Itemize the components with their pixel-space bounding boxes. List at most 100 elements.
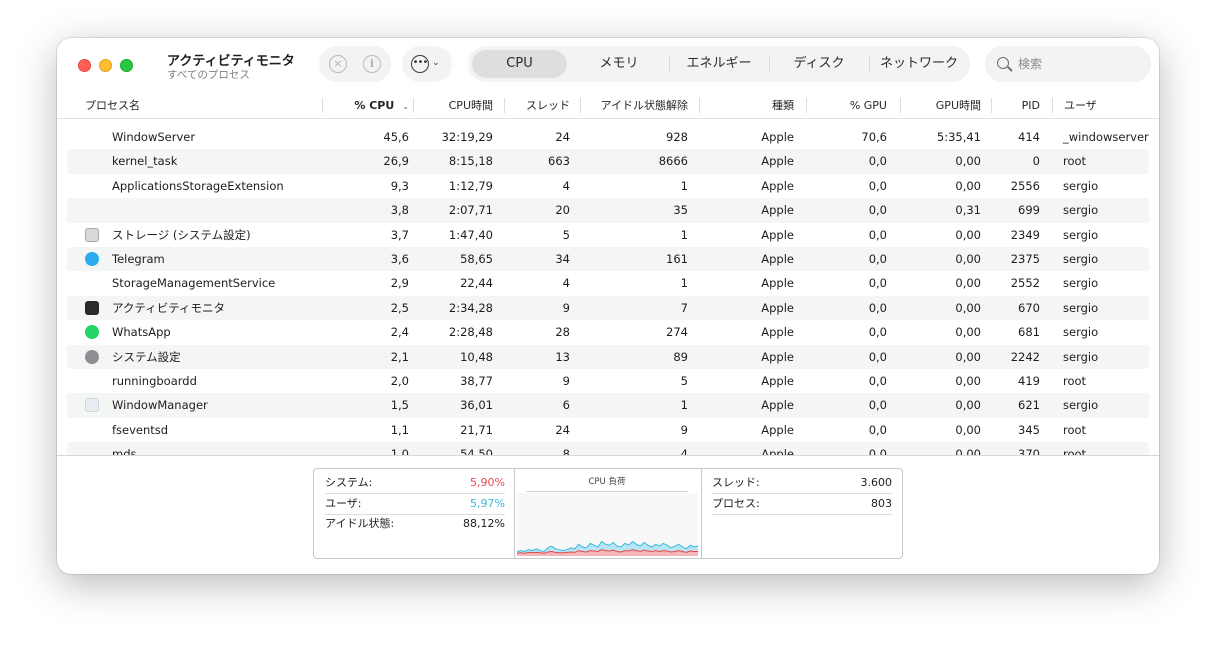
gpu-percent-cell: 0,0 xyxy=(868,203,887,218)
search-input[interactable] xyxy=(1018,55,1138,73)
cpu-summary-panel: システム: 5,90% ユーザ: 5,97% アイドル状態: 88,12% CP… xyxy=(57,455,1159,574)
kind-cell: Apple xyxy=(761,325,794,340)
tab-energy[interactable]: エネルギー xyxy=(671,50,767,78)
table-row[interactable]: fseventsd 1,1 21,71 24 9 Apple 0,0 0,00 345 root xyxy=(67,418,1149,442)
user-cell: root xyxy=(1063,447,1087,455)
table-row[interactable]: WhatsApp 2,4 2:28,48 28 274 Apple 0,0 0,00 681 se… xyxy=(67,320,1149,344)
kind-cell: Apple xyxy=(761,374,794,388)
gpu-time-cell: 0,00 xyxy=(955,349,981,364)
column-header-cpu-time[interactable]: CPU時間 xyxy=(414,94,493,119)
pid-cell: 621 xyxy=(1018,398,1040,413)
column-header-cpu-percent[interactable]: % CPU ⌄ xyxy=(323,94,409,119)
cpu-percent-cell: 3,8 xyxy=(390,203,409,218)
threads-cell: 5 xyxy=(562,227,570,242)
table-row[interactable]: システム設定 2,1 10,48 13 89 Apple 0,0 0,00 2242 sergio xyxy=(67,344,1149,369)
pid-cell: 681 xyxy=(1018,325,1040,340)
tab-disk[interactable]: ディスク xyxy=(771,50,867,78)
process-name-cell: StorageManagementService xyxy=(112,276,276,291)
process-name-cell: アクティビティモニタ xyxy=(112,300,226,315)
cpu-time-cell: 54,50 xyxy=(460,447,493,455)
cpu-percent-cell: 3,6 xyxy=(390,252,409,266)
cpu-time-cell: 32:19,29 xyxy=(441,130,493,144)
kind-cell: Apple xyxy=(761,422,794,437)
cpu-time-cell: 21,71 xyxy=(460,422,493,437)
ellipsis-icon: ••• xyxy=(411,55,429,73)
cpu-time-cell: 2:07,71 xyxy=(448,203,493,218)
gpu-time-cell: 0,00 xyxy=(955,178,981,193)
gpu-time-cell: 0,00 xyxy=(955,398,981,413)
tab-network[interactable]: ネットワーク xyxy=(871,50,967,78)
threads-cell: 4 xyxy=(562,276,570,291)
threads-cell: 24 xyxy=(555,422,570,437)
zoom-window-button[interactable] xyxy=(120,59,133,72)
minimize-window-button[interactable] xyxy=(99,59,112,72)
kind-cell: Apple xyxy=(761,447,794,455)
idle-wake-ups-cell: 161 xyxy=(666,252,688,266)
kind-cell: Apple xyxy=(761,130,794,144)
threads-cell: 4 xyxy=(562,178,570,193)
close-window-button[interactable] xyxy=(78,59,91,72)
threads-cell: 24 xyxy=(555,130,570,144)
table-row[interactable]: Telegram 3,6 58,65 34 161 Apple 0,0 0,00 2375 ser… xyxy=(67,247,1149,272)
info-icon[interactable]: i xyxy=(363,55,381,73)
cpu-percent-cell: 2,1 xyxy=(390,349,409,364)
gpu-percent-cell: 0,0 xyxy=(868,178,887,193)
system-settings-icon xyxy=(85,349,99,364)
gpu-time-cell: 0,31 xyxy=(955,203,981,218)
search-field[interactable] xyxy=(985,46,1151,82)
cpu-percent-cell: 2,0 xyxy=(390,374,409,388)
gpu-percent-cell: 0,0 xyxy=(868,154,887,169)
more-actions-button[interactable]: ••• ⌄ xyxy=(402,46,452,82)
whatsapp-icon xyxy=(85,325,99,340)
user-load-value: 5,97% xyxy=(470,497,505,510)
pid-cell: 0 xyxy=(1032,154,1040,169)
column-header-process-name[interactable]: プロセス名 xyxy=(85,94,140,119)
user-cell: sergio xyxy=(1063,227,1099,242)
row-divider xyxy=(712,514,892,515)
pid-cell: 2552 xyxy=(1010,276,1040,291)
telegram-icon xyxy=(85,252,99,266)
idle-wake-ups-cell: 1 xyxy=(680,398,688,413)
column-header-pid[interactable]: PID xyxy=(992,94,1040,119)
cpu-time-cell: 10,48 xyxy=(460,349,493,364)
column-header-threads[interactable]: スレッド xyxy=(505,94,570,119)
column-header-gpu-percent[interactable]: % GPU xyxy=(807,94,887,119)
column-header-idle-wake-ups[interactable]: アイドル状態解除 xyxy=(581,94,688,119)
tab-divider xyxy=(869,57,870,71)
table-row[interactable]: StorageManagementService 2,9 22,44 4 1 Apple 0… xyxy=(67,271,1149,295)
kind-cell: Apple xyxy=(761,203,794,218)
column-header-gpu-time[interactable]: GPU時間 xyxy=(901,94,981,119)
column-header-user[interactable]: ユーザ xyxy=(1064,94,1097,119)
threads-label: スレッド: xyxy=(712,476,760,489)
table-row[interactable]: ApplicationsStorageExtension 9,3 1:12,79 4 1… xyxy=(67,174,1149,198)
pid-cell: 699 xyxy=(1018,203,1040,218)
cpu-time-cell: 1:47,40 xyxy=(448,227,493,242)
table-row[interactable]: kernel_task 26,9 8:15,18 663 8666 Apple 0,0 0,0… xyxy=(67,149,1149,174)
gpu-percent-cell: 0,0 xyxy=(868,276,887,291)
table-row[interactable]: WindowServer 45,6 32:19,29 24 928 Apple 70,6 5:… xyxy=(67,125,1149,149)
cpu-time-cell: 2:28,48 xyxy=(448,325,493,340)
gpu-percent-cell: 0,0 xyxy=(868,227,887,242)
column-header-kind[interactable]: 種類 xyxy=(700,94,794,119)
tab-memory[interactable]: メモリ xyxy=(571,50,667,78)
threads-cell: 8 xyxy=(562,447,570,455)
pid-cell: 414 xyxy=(1018,130,1040,144)
idle-wake-ups-cell: 8666 xyxy=(658,154,688,169)
user-load-row: ユーザ: 5,97% xyxy=(325,494,505,514)
process-action-group: × i xyxy=(319,46,391,82)
cpu-percent-cell: 45,6 xyxy=(383,130,409,144)
stop-process-icon[interactable]: × xyxy=(329,55,347,73)
table-row[interactable]: 3,8 2:07,71 20 35 Apple 0,0 0,31 699 sergio xyxy=(67,198,1149,223)
pid-cell: 670 xyxy=(1018,300,1040,315)
table-row[interactable]: mds 1,0 54,50 8 4 Apple 0,0 0,00 370 root xyxy=(67,442,1149,455)
table-row[interactable]: WindowManager 1,5 36,01 6 1 Apple 0,0 0,00 621 se… xyxy=(67,393,1149,418)
table-row[interactable]: ストレージ (システム設定) 3,7 1:47,40 5 1 Apple 0,0 0,00 23… xyxy=(67,223,1149,247)
idle-value: 88,12% xyxy=(463,517,505,530)
cpu-percent-cell: 2,4 xyxy=(390,325,409,340)
table-row[interactable]: アクティビティモニタ 2,5 2:34,28 9 7 Apple 0,0 0,00 670 ser… xyxy=(67,295,1149,321)
tab-cpu[interactable]: CPU xyxy=(472,50,567,78)
table-row[interactable]: runningboardd 2,0 38,77 9 5 Apple 0,0 0,00 419 ro… xyxy=(67,369,1149,393)
cpu-percent-cell: 2,5 xyxy=(390,300,409,315)
cpu-time-cell: 1:12,79 xyxy=(448,178,493,193)
idle-wake-ups-cell: 7 xyxy=(680,300,688,315)
